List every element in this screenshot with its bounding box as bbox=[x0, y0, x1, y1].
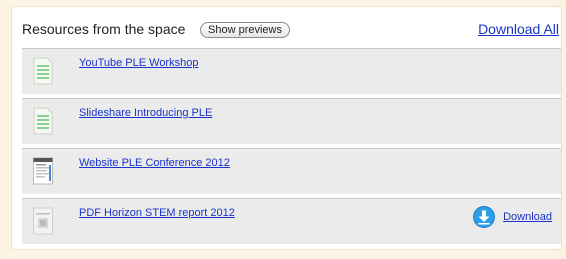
download-all-link[interactable]: Download All bbox=[478, 21, 559, 37]
resource-list: YouTube PLE Workshop Slideshare Introduc… bbox=[22, 48, 561, 248]
resource-row: Slideshare Introducing PLE bbox=[22, 98, 561, 144]
resource-link-pdf-horizon-stem-report-2012[interactable]: PDF Horizon STEM report 2012 bbox=[79, 207, 235, 219]
resource-link-website-ple-conference-2012[interactable]: Website PLE Conference 2012 bbox=[79, 157, 230, 169]
download-link[interactable]: Download bbox=[503, 211, 552, 223]
download-arrow-icon[interactable] bbox=[473, 206, 496, 228]
pdf-thumbnail-icon bbox=[33, 207, 53, 235]
resource-link-slideshare-introducing-ple[interactable]: Slideshare Introducing PLE bbox=[79, 107, 212, 119]
spreadsheet-document-icon bbox=[33, 107, 53, 135]
resource-link-youtube-ple-workshop[interactable]: YouTube PLE Workshop bbox=[79, 57, 198, 69]
show-previews-button[interactable]: Show previews bbox=[200, 22, 290, 38]
download-control[interactable]: Download bbox=[473, 206, 552, 228]
resources-title: Resources from the space bbox=[22, 21, 186, 37]
spreadsheet-document-icon bbox=[33, 57, 53, 85]
resource-row: YouTube PLE Workshop bbox=[22, 48, 561, 94]
webpage-thumbnail-icon bbox=[33, 157, 53, 185]
resources-panel: Resources from the space Show previews D… bbox=[11, 6, 562, 250]
resource-row: Website PLE Conference 2012 bbox=[22, 148, 561, 194]
resource-row: PDF Horizon STEM report 2012 Download bbox=[22, 198, 561, 244]
resources-header: Resources from the space Show previews D… bbox=[22, 17, 559, 43]
